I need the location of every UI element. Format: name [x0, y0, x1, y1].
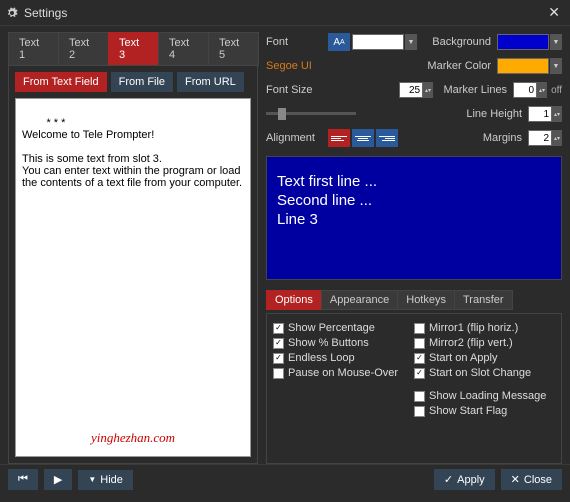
marker-lines-spinner[interactable]: ▴▾ — [513, 82, 547, 98]
text-tab-1[interactable]: Text 1 — [8, 32, 59, 66]
bg-color-box[interactable] — [497, 34, 549, 50]
preview-line: Text first line ... — [277, 173, 551, 192]
alignment-label: Alignment — [266, 132, 328, 144]
gear-icon — [6, 7, 18, 19]
close-icon[interactable]: ✕ — [544, 4, 564, 21]
line-height-input[interactable] — [528, 106, 552, 122]
option-tab-hotkeys[interactable]: Hotkeys — [397, 290, 455, 310]
bg-color-dropdown[interactable]: ▼ — [550, 34, 562, 50]
marker-lines-input[interactable] — [513, 82, 537, 98]
checkbox-start-on-apply[interactable]: ✓Start on Apply — [414, 352, 555, 364]
margins-spinner[interactable]: ▴▾ — [528, 130, 562, 146]
checkbox-show-loading-message[interactable]: Show Loading Message — [414, 390, 555, 402]
preview-pane: Text first line ...Second line ...Line 3 — [266, 156, 562, 280]
checkbox-show-start-flag[interactable]: Show Start Flag — [414, 405, 555, 417]
font-size-input[interactable] — [399, 82, 423, 98]
option-tabs: OptionsAppearanceHotkeysTransfer — [266, 290, 562, 310]
option-tab-appearance[interactable]: Appearance — [321, 290, 398, 310]
line-height-spinner[interactable]: ▴▾ — [528, 106, 562, 122]
source-btn-1[interactable]: From File — [111, 72, 173, 92]
text-tab-4[interactable]: Text 4 — [158, 32, 209, 66]
text-tab-5[interactable]: Text 5 — [208, 32, 259, 66]
marker-color-box[interactable] — [497, 58, 549, 74]
hide-button[interactable]: ▼Hide — [78, 470, 133, 490]
preview-line: Second line ... — [277, 192, 551, 211]
font-color-dropdown[interactable]: ▼ — [405, 34, 417, 50]
font-size-label: Font Size — [266, 84, 328, 96]
option-tab-options[interactable]: Options — [266, 290, 322, 310]
checkbox-show-percentage[interactable]: ✓Show Percentage — [273, 322, 414, 334]
marker-lines-label: Marker Lines — [433, 84, 513, 96]
text-editor[interactable]: * * * Welcome to Tele Prompter! This is … — [15, 98, 251, 457]
checkbox-endless-loop[interactable]: ✓Endless Loop — [273, 352, 414, 364]
titlebar: Settings ✕ — [0, 0, 570, 26]
text-content: * * * Welcome to Tele Prompter! This is … — [22, 117, 244, 189]
source-buttons: From Text FieldFrom FileFrom URL — [15, 72, 251, 92]
apply-button[interactable]: ✓Apply — [434, 469, 495, 490]
preview-line: Line 3 — [277, 211, 551, 230]
marker-label: Marker Color — [417, 60, 497, 72]
font-size-slider[interactable] — [266, 107, 356, 121]
font-picker-button[interactable]: AA — [328, 33, 350, 51]
watermark: yinghezhan.com — [91, 430, 175, 446]
close-button[interactable]: ✕Close — [501, 469, 562, 490]
checkbox-mirror1-flip-horiz-[interactable]: Mirror1 (flip horiz.) — [414, 322, 555, 334]
font-size-spinner[interactable]: ▴▾ — [399, 82, 433, 98]
font-label: Font — [266, 36, 328, 48]
font-color-box[interactable] — [352, 34, 404, 50]
checkbox-mirror2-flip-vert-[interactable]: Mirror2 (flip vert.) — [414, 337, 555, 349]
marker-lines-off: off — [551, 85, 562, 96]
text-tab-3[interactable]: Text 3 — [108, 32, 159, 66]
marker-color-dropdown[interactable]: ▼ — [550, 58, 562, 74]
align-right-button[interactable] — [376, 129, 398, 147]
footer: ⏮ ▶ ▼Hide ✓Apply ✕Close — [0, 464, 570, 494]
options-panel: ✓Show Percentage ✓Show % Buttons ✓Endless … — [266, 313, 562, 464]
source-btn-0[interactable]: From Text Field — [15, 72, 107, 92]
checkbox-start-on-slot-change[interactable]: ✓Start on Slot Change — [414, 367, 555, 379]
option-tab-transfer[interactable]: Transfer — [454, 290, 513, 310]
source-btn-2[interactable]: From URL — [177, 72, 244, 92]
play-button[interactable]: ▶ — [44, 469, 72, 490]
bg-label: Background — [417, 36, 497, 48]
margins-input[interactable] — [528, 130, 552, 146]
font-name: Segoe UI — [266, 60, 312, 72]
margins-label: Margins — [448, 132, 528, 144]
rewind-button[interactable]: ⏮ — [8, 469, 38, 490]
align-left-button[interactable] — [328, 129, 350, 147]
checkbox-show-buttons[interactable]: ✓Show % Buttons — [273, 337, 414, 349]
checkbox-pause-on-mouse-over[interactable]: Pause on Mouse-Over — [273, 367, 414, 379]
align-center-button[interactable] — [352, 129, 374, 147]
window-title: Settings — [24, 6, 544, 20]
text-tab-2[interactable]: Text 2 — [58, 32, 109, 66]
line-height-label: Line Height — [448, 108, 528, 120]
text-slot-tabs: Text 1Text 2Text 3Text 4Text 5 — [8, 32, 258, 66]
